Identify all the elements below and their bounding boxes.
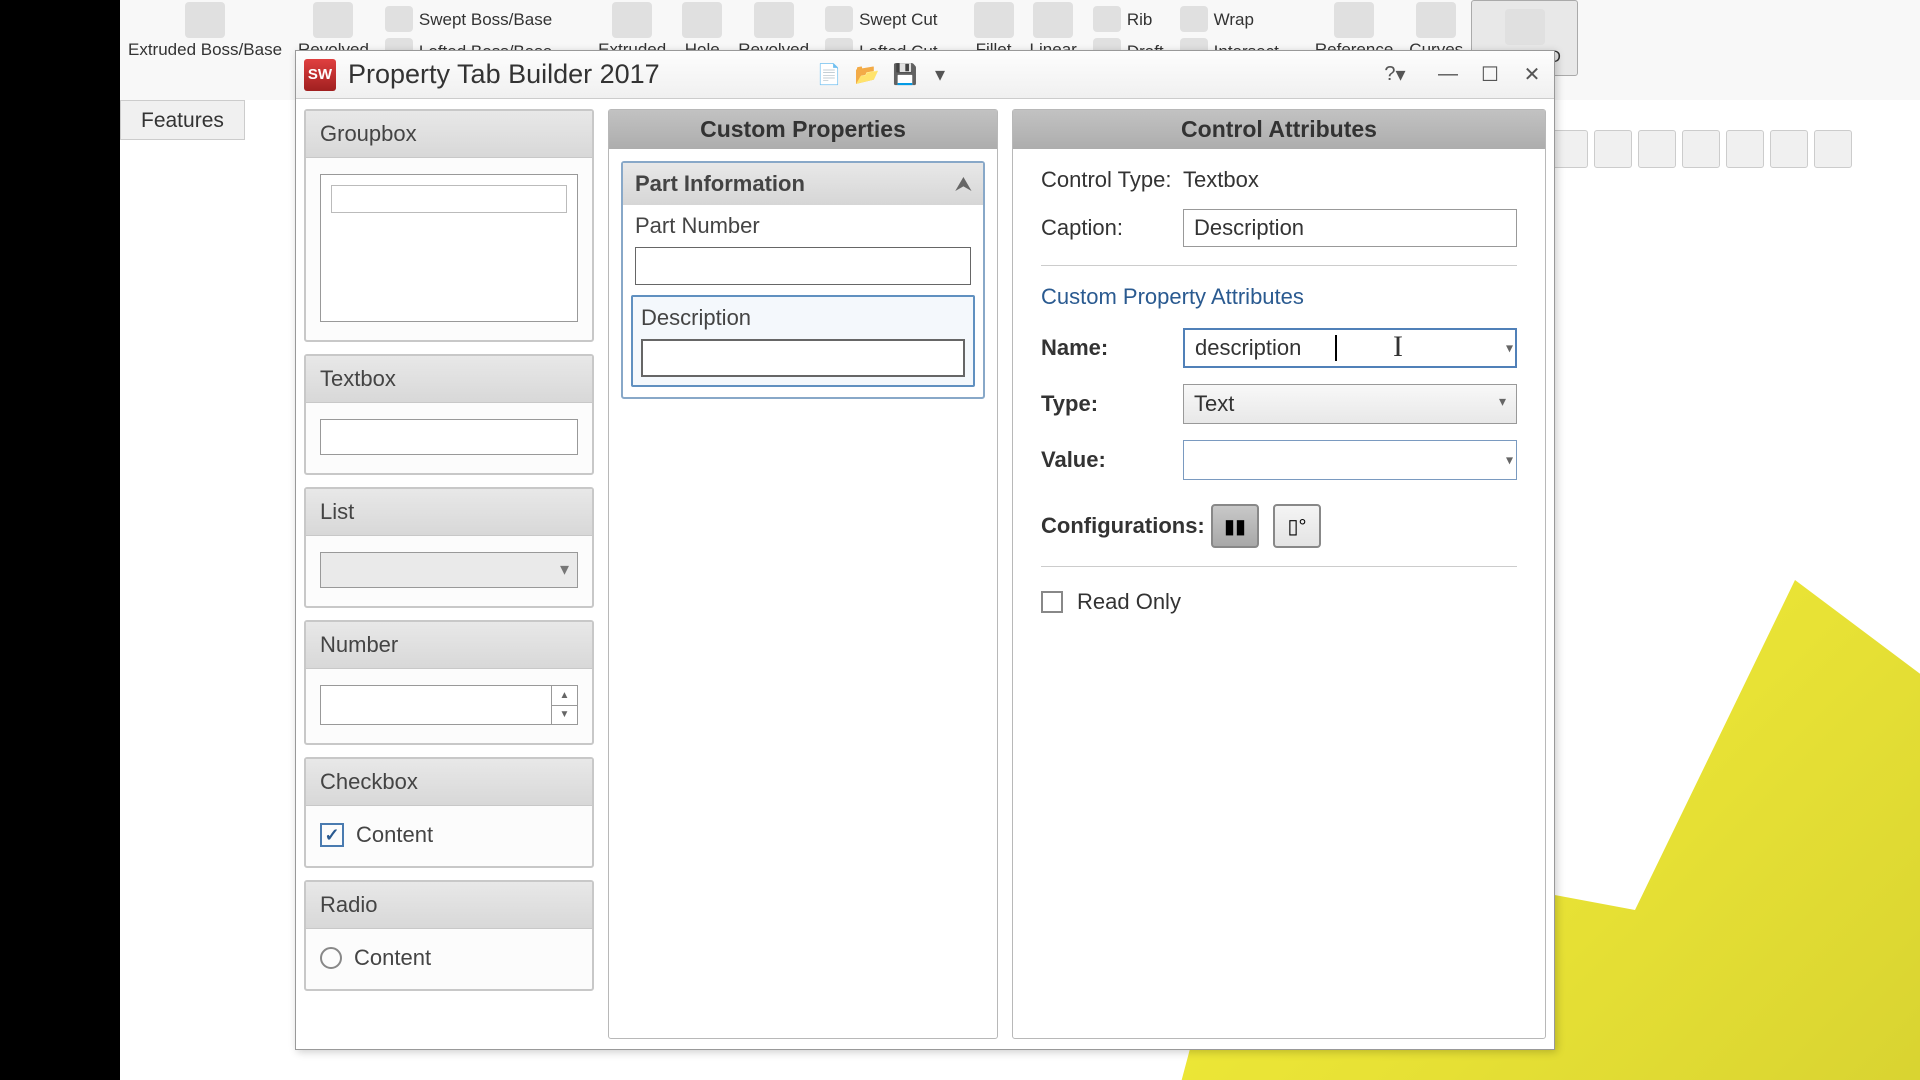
feature-tabs: Features: [120, 100, 245, 140]
control-attributes-panel: Control Attributes Control Type: Textbox…: [1012, 109, 1546, 1039]
control-attributes-header: Control Attributes: [1013, 110, 1545, 149]
custom-properties-header: Custom Properties: [609, 110, 997, 149]
control-type-label: Control Type:: [1041, 167, 1183, 193]
group-part-information[interactable]: Part Information ⮝ Part Number Descripti…: [621, 161, 985, 399]
control-type-value: Textbox: [1183, 167, 1259, 193]
view-tool-icon[interactable]: [1726, 130, 1764, 168]
maximize-button[interactable]: ☐: [1476, 62, 1504, 88]
readonly-label: Read Only: [1077, 589, 1181, 615]
ribbon-rib[interactable]: Rib: [1085, 4, 1172, 36]
view-tool-icon[interactable]: [1770, 130, 1808, 168]
ribbon-swept-cut[interactable]: Swept Cut: [817, 4, 945, 36]
readonly-checkbox[interactable]: [1041, 591, 1063, 613]
new-button-icon[interactable]: 📄: [812, 60, 846, 90]
config-all-button[interactable]: ▮▮: [1211, 504, 1259, 548]
dialog-title: Property Tab Builder 2017: [348, 59, 660, 90]
collapse-icon[interactable]: ⮝: [956, 174, 971, 195]
close-button[interactable]: ✕: [1518, 62, 1546, 88]
property-tab-builder-dialog: SW Property Tab Builder 2017 📄 📂 💾 ▾ ?▾ …: [295, 50, 1555, 1050]
view-tool-icon[interactable]: [1638, 130, 1676, 168]
config-specific-button[interactable]: ▯°: [1273, 504, 1321, 548]
custom-property-attributes-header: Custom Property Attributes: [1041, 284, 1517, 310]
palette-checkbox-header: Checkbox: [306, 759, 592, 806]
field-part-number[interactable]: Part Number: [623, 205, 983, 289]
palette-number[interactable]: Number ▲▼: [304, 620, 594, 745]
field-label: Description: [641, 305, 965, 331]
group-header[interactable]: Part Information ⮝: [623, 163, 983, 205]
field-description[interactable]: Description: [631, 295, 975, 387]
palette-radio[interactable]: Radio Content: [304, 880, 594, 991]
type-select[interactable]: Text: [1183, 384, 1517, 424]
palette-textbox[interactable]: Textbox: [304, 354, 594, 475]
text-cursor-icon: I: [1393, 330, 1403, 364]
custom-properties-panel: Custom Properties Part Information ⮝ Par…: [608, 109, 998, 1039]
configurations-label: Configurations:: [1041, 513, 1211, 539]
dialog-titlebar[interactable]: SW Property Tab Builder 2017 📄 📂 💾 ▾ ?▾ …: [296, 51, 1554, 99]
type-label: Type:: [1041, 391, 1183, 417]
ribbon-extruded-boss[interactable]: Extruded Boss/Base: [120, 0, 290, 62]
radio-preview-label: Content: [354, 945, 431, 971]
control-palette: Groupbox Textbox List Number ▲▼ Checkbox…: [304, 109, 594, 1039]
minimize-button[interactable]: —: [1434, 62, 1462, 88]
list-preview-icon: [320, 552, 578, 588]
view-tool-icon[interactable]: [1550, 130, 1588, 168]
palette-radio-header: Radio: [306, 882, 592, 929]
textbox-preview-icon: [320, 419, 578, 455]
video-letterbox: [0, 0, 120, 1080]
save-button-icon[interactable]: 💾: [888, 60, 922, 90]
solidworks-icon: SW: [304, 59, 336, 91]
text-caret: [1335, 335, 1337, 361]
palette-checkbox[interactable]: Checkbox ✓ Content: [304, 757, 594, 868]
tab-features[interactable]: Features: [120, 100, 245, 140]
help-button[interactable]: ?▾: [1378, 60, 1412, 90]
checkbox-preview-icon: ✓: [320, 823, 344, 847]
field-label: Part Number: [635, 213, 971, 239]
ribbon-swept-boss[interactable]: Swept Boss/Base: [377, 4, 560, 36]
number-preview-icon: ▲▼: [320, 685, 578, 725]
ribbon-wrap[interactable]: Wrap: [1172, 4, 1287, 36]
field-input[interactable]: [635, 247, 971, 285]
name-combobox[interactable]: [1183, 328, 1517, 368]
palette-groupbox-header: Groupbox: [306, 111, 592, 158]
divider: [1041, 265, 1517, 266]
checkbox-preview-label: Content: [356, 822, 433, 848]
caption-input[interactable]: [1183, 209, 1517, 247]
name-label: Name:: [1041, 335, 1183, 361]
view-tool-icon[interactable]: [1814, 130, 1852, 168]
caption-label: Caption:: [1041, 215, 1183, 241]
open-button-icon[interactable]: 📂: [850, 60, 884, 90]
palette-list-header: List: [306, 489, 592, 536]
view-tool-icon[interactable]: [1682, 130, 1720, 168]
radio-preview-icon: [320, 947, 342, 969]
palette-list[interactable]: List: [304, 487, 594, 608]
group-title: Part Information: [635, 171, 805, 197]
viewport-toolbar: [1550, 130, 1852, 168]
view-tool-icon[interactable]: [1594, 130, 1632, 168]
save-dropdown-icon[interactable]: ▾: [926, 60, 954, 90]
palette-textbox-header: Textbox: [306, 356, 592, 403]
palette-groupbox[interactable]: Groupbox: [304, 109, 594, 342]
palette-number-header: Number: [306, 622, 592, 669]
value-combobox[interactable]: [1183, 440, 1517, 480]
field-input[interactable]: [641, 339, 965, 377]
groupbox-preview-icon: [320, 174, 578, 322]
value-label: Value:: [1041, 447, 1183, 473]
divider: [1041, 566, 1517, 567]
